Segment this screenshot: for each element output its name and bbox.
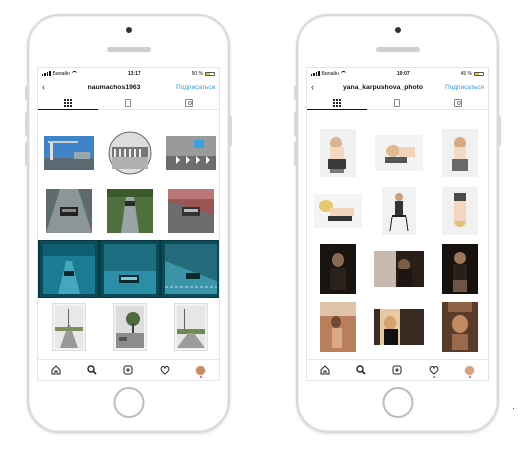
- bottom-tab-bar: [307, 359, 488, 380]
- grid-photo[interactable]: [307, 240, 368, 298]
- screen: Билайн 13:17 50 % ‹ naumachos1963 Подпис…: [37, 67, 220, 381]
- tab-grid[interactable]: [307, 96, 368, 110]
- tab-tagged[interactable]: [428, 96, 488, 109]
- heart-icon[interactable]: [425, 362, 443, 378]
- tab-feed[interactable]: [98, 96, 158, 109]
- add-icon[interactable]: [119, 362, 137, 378]
- grid-photo[interactable]: [99, 182, 160, 240]
- home-icon[interactable]: [316, 362, 334, 378]
- screen: Билайн 10:07 45 % ‹ yana_karpushova_phot…: [306, 67, 489, 381]
- tagged-icon: [184, 98, 193, 107]
- grid-photo[interactable]: [368, 124, 429, 182]
- grid-photo[interactable]: [99, 298, 160, 356]
- notification-dot: [199, 376, 202, 378]
- profile-username: yana_karpushova_photo: [342, 83, 424, 91]
- profile-header: ‹ naumachos1963 Подписаться: [38, 79, 219, 95]
- grid-icon: [333, 98, 342, 107]
- grid-photo[interactable]: [429, 298, 488, 356]
- avatar: [464, 364, 476, 376]
- battery-percent: 50 %: [191, 70, 203, 77]
- phone-right: Билайн 10:07 45 % ‹ yana_karpushova_phot…: [294, 14, 501, 433]
- avatar: [195, 364, 207, 376]
- battery-icon: [474, 71, 484, 76]
- signal-icon: [42, 71, 51, 76]
- home-icon[interactable]: [47, 362, 65, 378]
- power-button: [498, 116, 501, 146]
- grid-photo[interactable]: [160, 124, 219, 182]
- home-button[interactable]: [382, 387, 413, 418]
- grid-photo[interactable]: [368, 182, 429, 240]
- grid-photo[interactable]: [429, 182, 488, 240]
- grid-photo[interactable]: [429, 240, 488, 298]
- front-camera: [394, 27, 401, 33]
- notification-dot: [432, 376, 435, 378]
- signal-icon: [311, 71, 320, 76]
- phone-left: Билайн 13:17 50 % ‹ naumachos1963 Подпис…: [25, 14, 232, 433]
- battery-icon: [205, 71, 215, 76]
- back-chevron-icon[interactable]: ‹: [42, 82, 52, 92]
- notification-dot: [468, 376, 471, 378]
- follow-button[interactable]: Подписаться: [176, 84, 215, 91]
- grid-photo[interactable]: [38, 182, 99, 240]
- grid-photo[interactable]: [38, 298, 99, 356]
- front-camera: [125, 27, 132, 33]
- add-icon[interactable]: [388, 362, 406, 378]
- profile-avatar[interactable]: [192, 362, 210, 378]
- photo-grid: [307, 124, 488, 360]
- grid-photo[interactable]: [368, 298, 429, 356]
- grid-photo[interactable]: [160, 182, 219, 240]
- wifi-icon: [340, 71, 346, 76]
- status-bar: Билайн 13:17 50 %: [38, 68, 219, 79]
- feed-icon: [125, 98, 132, 107]
- battery-percent: 45 %: [460, 70, 472, 77]
- back-chevron-icon[interactable]: ‹: [311, 82, 321, 92]
- stray-dot: [513, 408, 514, 409]
- wifi-icon: [71, 71, 77, 76]
- tab-tagged[interactable]: [159, 96, 219, 109]
- power-button: [229, 116, 232, 146]
- grid-photo[interactable]: [307, 124, 368, 182]
- profile-tabs: [307, 96, 488, 110]
- grid-photo[interactable]: [160, 298, 219, 356]
- volume-up-button: [294, 112, 297, 136]
- profile-username: naumachos1963: [87, 83, 141, 91]
- profile-tabs: [38, 96, 219, 110]
- mute-switch: [294, 86, 297, 100]
- status-bar: Билайн 10:07 45 %: [307, 68, 488, 79]
- mute-switch: [25, 86, 28, 100]
- search-icon[interactable]: [83, 362, 101, 378]
- earpiece-speaker: [375, 47, 420, 52]
- tagged-icon: [453, 98, 462, 107]
- grid-photo[interactable]: [99, 240, 160, 298]
- follow-button[interactable]: Подписаться: [445, 84, 484, 91]
- grid-photo[interactable]: [38, 124, 99, 182]
- carrier-label: Билайн: [52, 70, 70, 77]
- bottom-tab-bar: [38, 359, 219, 380]
- grid-photo[interactable]: [99, 124, 160, 182]
- status-time: 13:17: [127, 70, 141, 77]
- volume-down-button: [25, 142, 28, 166]
- tab-feed[interactable]: [367, 96, 427, 109]
- feed-icon: [394, 98, 401, 107]
- grid-photo[interactable]: [307, 182, 368, 240]
- carrier-label: Билайн: [321, 70, 339, 77]
- grid-photo[interactable]: [160, 240, 219, 298]
- profile-avatar[interactable]: [461, 362, 479, 378]
- grid-photo[interactable]: [307, 298, 368, 356]
- home-button[interactable]: [113, 387, 144, 418]
- status-time: 10:07: [396, 70, 410, 77]
- photo-grid: [38, 124, 219, 360]
- volume-down-button: [294, 142, 297, 166]
- profile-header: ‹ yana_karpushova_photo Подписаться: [307, 79, 488, 95]
- tab-grid[interactable]: [38, 96, 99, 110]
- search-icon[interactable]: [352, 362, 370, 378]
- grid-icon: [64, 98, 73, 107]
- volume-up-button: [25, 112, 28, 136]
- grid-photo[interactable]: [429, 124, 488, 182]
- heart-icon[interactable]: [156, 362, 174, 378]
- grid-photo[interactable]: [38, 240, 99, 298]
- grid-photo[interactable]: [368, 240, 429, 298]
- earpiece-speaker: [106, 47, 151, 52]
